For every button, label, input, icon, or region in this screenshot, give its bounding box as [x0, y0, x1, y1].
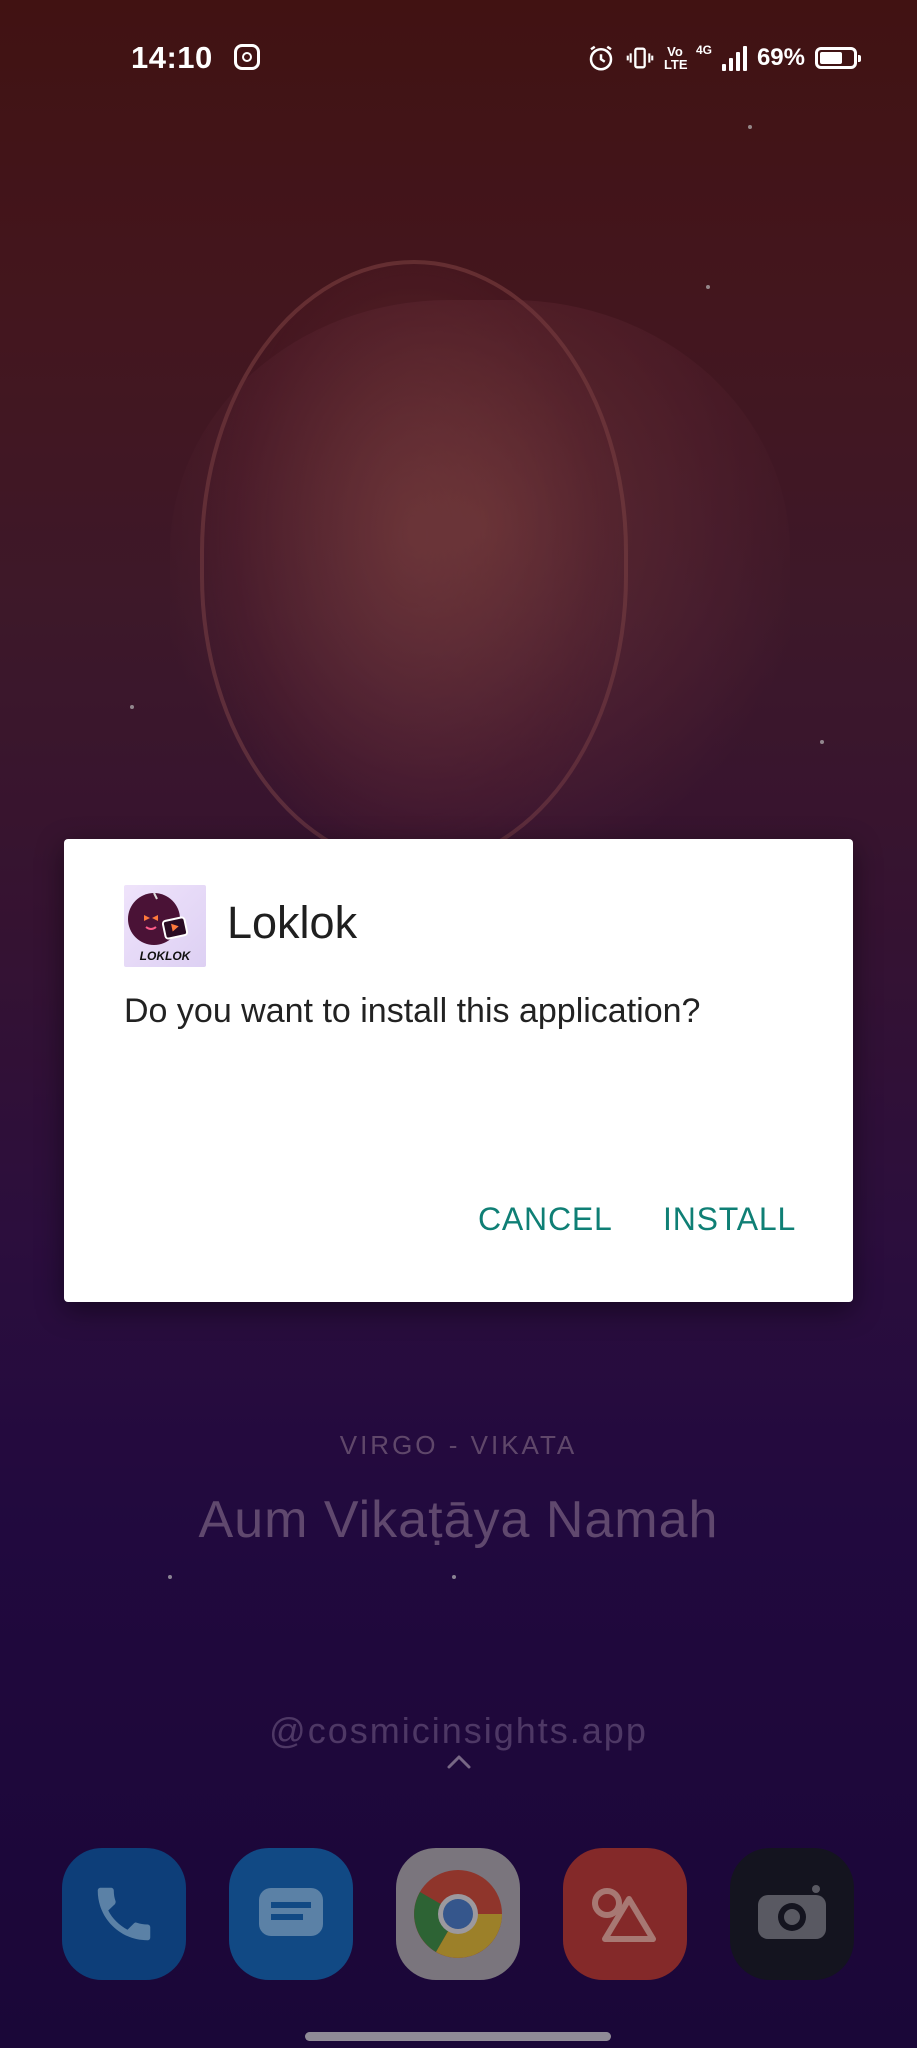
signal-icon [721, 45, 747, 71]
install-button[interactable]: INSTALL [655, 1191, 804, 1248]
network-type: 4G [695, 43, 712, 57]
install-question: Do you want to install this application? [124, 992, 701, 1030]
battery-percent: 69% [756, 44, 805, 71]
vibrate-icon [626, 47, 654, 69]
app-icon-wordmark: LOKLOK [139, 949, 191, 963]
instagram-icon [234, 44, 260, 70]
status-time: 14:10 [131, 40, 213, 75]
volte-icon: Vo LTE [663, 44, 688, 72]
cancel-button[interactable]: CANCEL [470, 1191, 621, 1248]
alarm-icon [589, 45, 613, 71]
loklok-app-icon: LOKLOK [124, 885, 206, 967]
battery-fill [820, 52, 842, 64]
install-dialog: LOKLOK Loklok Do you want to install thi… [64, 839, 853, 1302]
battery-icon [815, 47, 861, 69]
status-bar: 14:10 Vo LTE 4G 69% [0, 0, 917, 120]
dialog-app-name: Loklok [227, 897, 358, 948]
